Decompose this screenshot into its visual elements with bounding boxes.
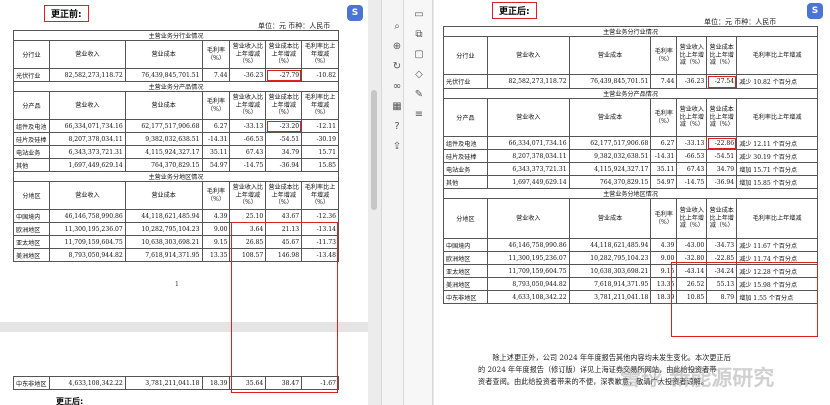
before-page: 更正前: S 单位：元 币种：人民币 主营业务分行业情况 分行业 营业收入 营业… (0, 0, 368, 405)
header-col0: 分行业 (13, 40, 50, 69)
pen-icon[interactable]: ✎ (412, 88, 426, 102)
product-section-title: 主营业务分产品情况 (13, 81, 339, 92)
rotate-icon[interactable]: ↻ (390, 60, 404, 74)
scrollbar-thumb[interactable] (371, 90, 377, 210)
region-highlight-box (231, 222, 338, 393)
header-cost: 营业成本 (124, 40, 203, 69)
table-row: 光伏行业 82,582,273,118.72 76,439,845,701.51 7.… (443, 74, 818, 89)
layout-icon[interactable]: ▦ (390, 100, 404, 114)
layers-icon[interactable]: ≡ (412, 108, 426, 122)
help-icon[interactable]: ? (390, 120, 404, 134)
side-toolbar: ▭ ⧉ ▢ ◇ ✎ ≡ (403, 0, 433, 405)
table-row: 硅片及硅棒 8,207,378,034.11 9,382,032,638.51 -14… (443, 149, 818, 163)
table-row: 组件及电池 66,334,071,734.16 62,177,517,906.68 6… (13, 119, 339, 133)
page-number: 1 (175, 281, 179, 288)
after-page: 更正后: S 单位：元 币种：人民币 主营业务分行业情况 分行业 营业收入 营业… (434, 0, 830, 405)
corrected-cell: -23.20 (265, 119, 303, 133)
header-margin-change: 毛利率比上年增减（%） (301, 40, 339, 69)
table-row: 中国境内 46,146,758,990.86 44,118,621,485.94 4.… (13, 209, 339, 223)
after-label: 更正后: (492, 2, 537, 19)
corrected-cell: -22.86 (706, 136, 738, 150)
corrected-cell: -27.54 (706, 74, 738, 89)
zoom-icon[interactable]: ⊕ (390, 40, 404, 54)
table-row: 硅片及硅棒 8,207,378,034.11 9,382,032,638.51 -14… (13, 132, 339, 146)
industry-section-title: 主营业务分行业情况 (13, 30, 339, 41)
corrected-cell: -27.79 (265, 68, 303, 82)
comment-icon[interactable]: ▢ (412, 48, 426, 62)
export-icon[interactable]: ⇪ (390, 140, 404, 154)
search-icon[interactable]: ⌕ (390, 20, 404, 34)
next-label: 更正后: (56, 397, 84, 405)
watermark: 雪球 新能源研究 (620, 366, 775, 390)
table-row: 组件及电池 66,334,071,734.16 62,177,517,906.68 6… (443, 136, 818, 150)
header-margin: 毛利率（%） (201, 40, 231, 69)
region-highlight-box-after (671, 262, 818, 337)
user-avatar[interactable]: S (347, 5, 363, 21)
table-row: 其他 1,697,449,629.14 764,370,829.15 54.97 -14… (13, 158, 339, 172)
table-row: 电站业务 6,343,373,721.31 4,115,924,327.17 35.1… (13, 145, 339, 159)
header-revenue: 营业收入 (48, 40, 126, 69)
region-section-title: 主营业务分地区情况 (13, 171, 339, 182)
link-icon[interactable]: ∞ (390, 80, 404, 94)
table-row: 其他 1,697,449,629.14 764,370,829.15 54.97 -14… (443, 175, 818, 189)
user-avatar-2[interactable]: S (807, 3, 823, 19)
copy-icon[interactable]: ⧉ (412, 28, 426, 42)
tag-icon[interactable]: ◇ (412, 68, 426, 82)
bookmark-icon[interactable]: ▭ (412, 8, 426, 22)
table-row: 中国境内 46,146,758,990.86 44,118,621,485.94 4.… (443, 238, 818, 252)
table-row: 电站业务 6,343,373,721.31 4,115,924,327.17 35.1… (443, 162, 818, 176)
header-cost-change: 营业成本比上年增减（%） (265, 40, 303, 69)
before-label: 更正前: (44, 5, 89, 22)
table-row: 光伏行业 82,582,273,118.72 76,439,845,701.51… (13, 68, 339, 82)
header-revenue-change: 营业收入比上年增减（%） (229, 40, 267, 69)
